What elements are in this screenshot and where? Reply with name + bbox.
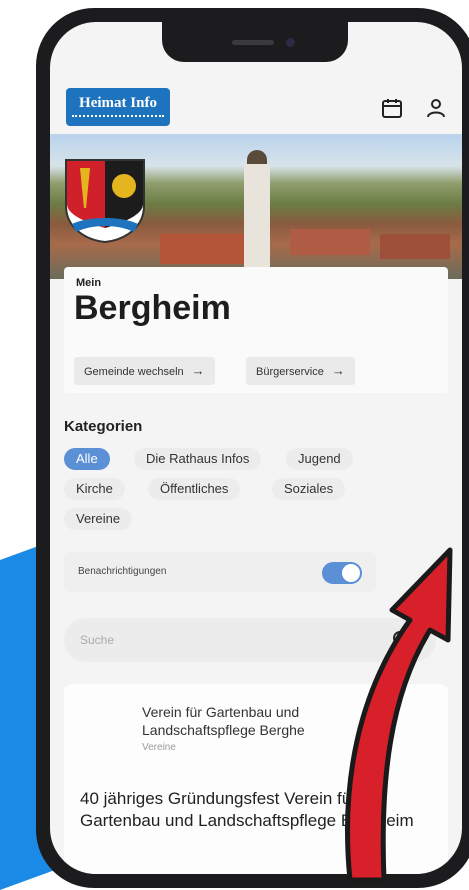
arrow-right-icon: → xyxy=(191,363,205,378)
town-name: Bergheim xyxy=(74,289,231,327)
category-chip-soziales[interactable]: Soziales xyxy=(272,478,346,500)
citizen-service-label: Bürgerservice xyxy=(256,366,324,378)
arrow-right-icon: → xyxy=(331,363,345,378)
search-input[interactable]: Suche xyxy=(80,633,114,647)
news-category: Vereine xyxy=(142,742,176,753)
change-municipality-button[interactable]: Gemeinde wechseln → xyxy=(74,357,215,385)
category-chip-oeffentliches[interactable]: Öffentliches xyxy=(148,478,241,500)
category-chip-rathaus-infos[interactable]: Die Rathaus Infos xyxy=(134,448,262,470)
app-logo[interactable]: Heimat Info xyxy=(66,88,170,126)
category-chip-jugend[interactable]: Jugend xyxy=(286,448,353,470)
change-municipality-label: Gemeinde wechseln xyxy=(84,366,184,378)
category-chip-vereine[interactable]: Vereine xyxy=(64,508,133,530)
location-card: Mein Bergheim Gemeinde wechseln → Bürgers… xyxy=(64,267,448,393)
category-chip-kirche[interactable]: Kirche xyxy=(64,478,125,500)
calendar-icon[interactable] xyxy=(380,96,404,120)
category-chip-alle[interactable]: Alle xyxy=(64,448,110,470)
citizen-service-button[interactable]: Bürgerservice → xyxy=(246,357,355,385)
phone-notch xyxy=(162,22,348,62)
categories-title: Kategorien xyxy=(64,418,143,435)
location-prefix: Mein xyxy=(76,277,102,289)
logo-text: Heimat Info xyxy=(79,95,157,111)
town-hero-image xyxy=(50,134,462,279)
app-header: Heimat Info xyxy=(50,80,462,130)
highlight-arrow-icon xyxy=(345,547,453,883)
person-icon[interactable] xyxy=(424,96,448,120)
notifications-label: Benachrichtigungen xyxy=(78,566,167,577)
coat-of-arms-icon xyxy=(65,159,145,244)
news-organization-line1: Verein für Gartenbau und xyxy=(142,704,300,720)
news-organization-line2: Landschaftspflege Berghe xyxy=(142,722,305,738)
